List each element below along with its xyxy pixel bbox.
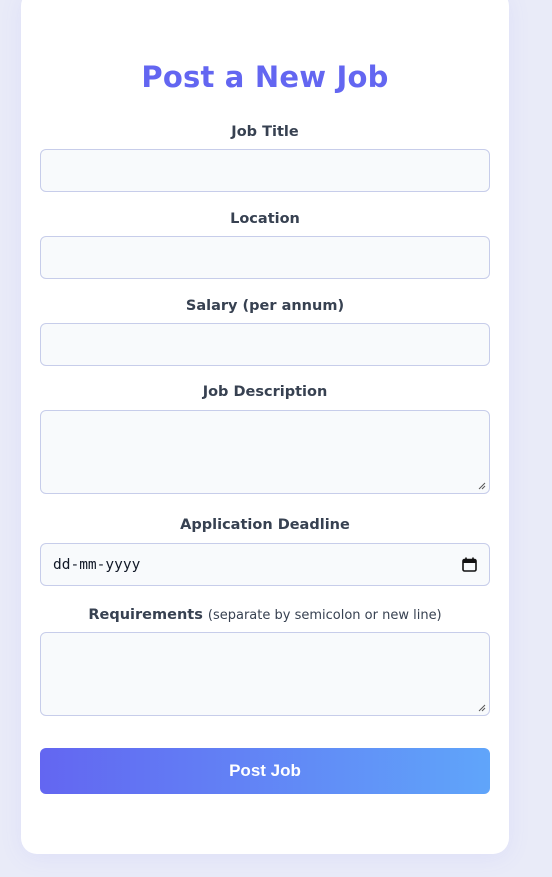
deadline-label: Application Deadline	[180, 517, 350, 533]
resize-grip-icon[interactable]	[478, 482, 486, 490]
page-title: Post a New Job	[141, 60, 389, 94]
job-description-textarea[interactable]	[40, 410, 490, 494]
salary-label: Salary (per annum)	[185, 298, 345, 314]
requirements-label-text: Requirements	[88, 607, 203, 623]
post-job-button[interactable]: Post Job	[40, 748, 490, 794]
requirements-label: Requirements (separate by semicolon or n…	[21, 607, 509, 623]
calendar-icon[interactable]	[462, 557, 477, 572]
job-title-label: Job Title	[231, 124, 299, 140]
location-label: Location	[230, 211, 300, 227]
requirements-textarea[interactable]	[40, 632, 490, 716]
deadline-date-input[interactable]: dd-mm-yyyy	[40, 543, 490, 586]
date-placeholder: dd-mm-yyyy	[53, 556, 141, 573]
requirements-hint: (separate by semicolon or new line)	[207, 608, 442, 623]
salary-input[interactable]	[40, 323, 490, 366]
post-job-card: Post a New Job Job Title Location Salary…	[21, 0, 509, 854]
location-input[interactable]	[40, 236, 490, 279]
job-title-input[interactable]	[40, 149, 490, 192]
resize-grip-icon[interactable]	[478, 704, 486, 712]
job-description-label: Job Description	[202, 384, 328, 400]
